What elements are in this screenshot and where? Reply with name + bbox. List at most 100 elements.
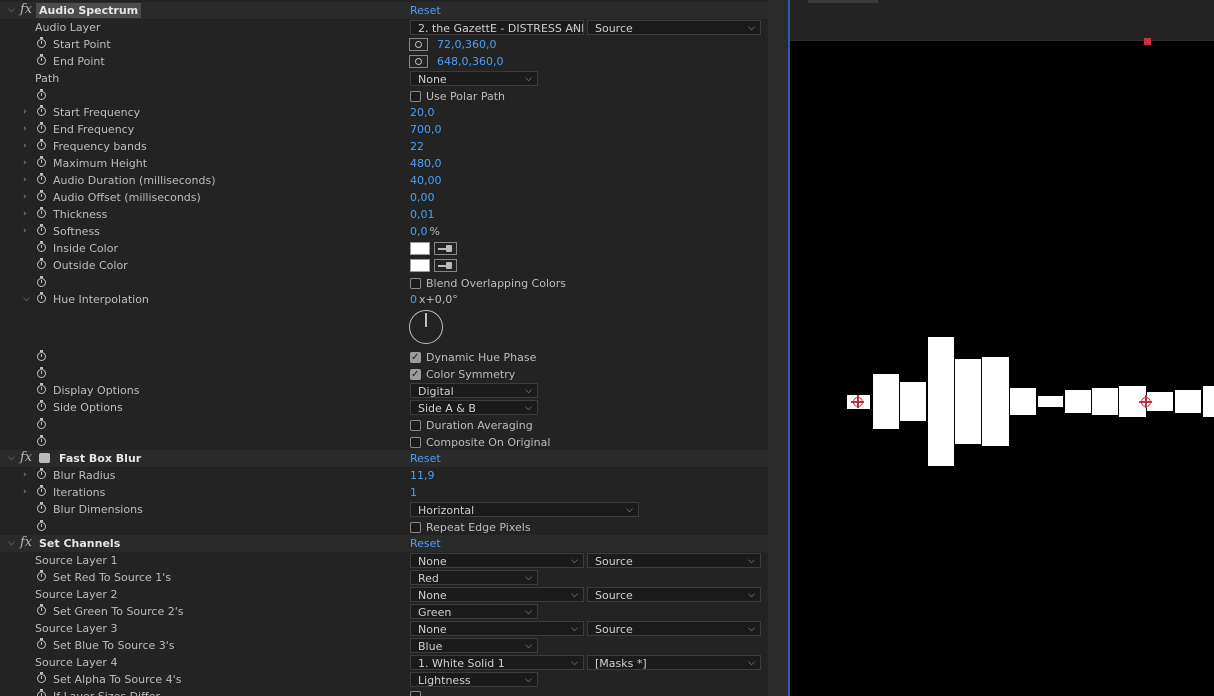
set-alpha-dropdown[interactable]: Lightness ⌵ [410, 672, 538, 687]
end-point-handle[interactable] [1139, 395, 1152, 408]
source-layer-4-source-dropdown[interactable]: [Masks *] ⌵ [587, 655, 761, 670]
eyedropper-icon[interactable] [434, 242, 457, 255]
maximum-height-value[interactable]: 480,0 [410, 155, 442, 172]
stopwatch-icon[interactable] [37, 258, 46, 269]
use-polar-path-checkbox[interactable] [410, 91, 421, 102]
source-layer-1-dropdown[interactable]: None ⌵ [410, 553, 584, 568]
color-symmetry-checkbox[interactable] [410, 366, 421, 383]
stopwatch-icon[interactable] [37, 207, 46, 218]
chevron-down-icon[interactable]: ⌵ [8, 450, 15, 467]
set-blue-dropdown[interactable]: Blue ⌵ [410, 638, 538, 653]
duration-averaging-checkbox[interactable] [410, 420, 421, 431]
effect-header-set-channels[interactable]: ⌵ fx Set Channels Reset [0, 535, 768, 552]
start-point-handle[interactable] [851, 395, 864, 408]
softness-value[interactable]: 0,0% [410, 223, 440, 240]
iterations-value[interactable]: 1 [410, 484, 417, 501]
fx-icon[interactable]: fx [20, 534, 32, 551]
stopwatch-icon[interactable] [37, 383, 46, 394]
chevron-down-icon[interactable]: ⌵ [23, 291, 30, 308]
audio-duration-value[interactable]: 40,00 [410, 172, 442, 189]
audio-layer-source-dropdown[interactable]: Source ⌵ [587, 20, 761, 35]
stopwatch-icon[interactable] [37, 190, 46, 201]
inside-color-swatch[interactable] [410, 242, 430, 255]
end-frequency-value[interactable]: 700,0 [410, 121, 442, 138]
source-layer-3-dropdown[interactable]: None ⌵ [410, 621, 584, 636]
blur-radius-value[interactable]: 11,9 [410, 467, 435, 484]
start-point-value[interactable]: 72,0,360,0 [437, 36, 496, 53]
stopwatch-icon[interactable] [37, 418, 46, 429]
layer-handle-marker[interactable] [1144, 38, 1151, 45]
stopwatch-icon[interactable] [37, 520, 46, 531]
fx-icon[interactable]: fx [20, 449, 32, 466]
source-layer-2-dropdown[interactable]: None ⌵ [410, 587, 584, 602]
panel-scrollbar[interactable] [768, 0, 788, 696]
stopwatch-icon[interactable] [37, 638, 46, 649]
stopwatch-icon[interactable] [37, 241, 46, 252]
stretch-layers-checkbox[interactable] [410, 691, 421, 696]
chevron-right-icon[interactable]: › [23, 223, 27, 240]
repeat-edge-pixels-checkbox[interactable] [410, 522, 421, 533]
stopwatch-icon[interactable] [37, 105, 46, 116]
stopwatch-icon[interactable] [37, 276, 46, 287]
stopwatch-icon[interactable] [37, 570, 46, 581]
stopwatch-icon[interactable] [37, 54, 46, 65]
softness-number[interactable]: 0,0 [410, 225, 428, 238]
outside-color-swatch[interactable] [410, 259, 430, 272]
effect-title[interactable]: Fast Box Blur [56, 451, 144, 466]
reset-button[interactable]: Reset [410, 450, 441, 467]
reset-button[interactable]: Reset [410, 535, 441, 552]
blend-overlapping-checkbox[interactable] [410, 278, 421, 289]
source-layer-1-source-dropdown[interactable]: Source ⌵ [587, 553, 761, 568]
chevron-right-icon[interactable]: › [23, 104, 27, 121]
set-green-dropdown[interactable]: Green ⌵ [410, 604, 538, 619]
stopwatch-icon[interactable] [37, 224, 46, 235]
chevron-right-icon[interactable]: › [23, 138, 27, 155]
chevron-right-icon[interactable]: › [23, 189, 27, 206]
stopwatch-icon[interactable] [37, 502, 46, 513]
hue-interpolation-value[interactable]: 0 x+0,0° [410, 291, 458, 308]
source-layer-2-source-dropdown[interactable]: Source ⌵ [587, 587, 761, 602]
point-target-icon[interactable] [409, 55, 428, 68]
fx-icon[interactable]: fx [20, 1, 32, 18]
stopwatch-icon[interactable] [37, 672, 46, 683]
stopwatch-icon[interactable] [37, 37, 46, 48]
path-dropdown[interactable]: None ⌵ [410, 71, 538, 86]
stopwatch-icon[interactable] [37, 367, 46, 378]
source-layer-4-dropdown[interactable]: 1. White Solid 1 ⌵ [410, 655, 584, 670]
chevron-right-icon[interactable]: › [23, 206, 27, 223]
side-options-dropdown[interactable]: Side A & B ⌵ [410, 400, 538, 415]
stopwatch-icon[interactable] [37, 400, 46, 411]
chevron-right-icon[interactable]: › [23, 121, 27, 138]
thickness-value[interactable]: 0,01 [410, 206, 435, 223]
composition-viewer[interactable] [790, 0, 1214, 696]
chevron-right-icon[interactable]: › [23, 155, 27, 172]
chevron-down-icon[interactable]: ⌵ [8, 535, 15, 552]
chevron-right-icon[interactable]: › [23, 467, 27, 484]
stopwatch-icon[interactable] [37, 689, 46, 696]
point-target-icon[interactable] [409, 38, 428, 51]
stopwatch-icon[interactable] [37, 350, 46, 361]
chevron-down-icon[interactable]: ⌵ [8, 2, 15, 19]
stopwatch-icon[interactable] [37, 156, 46, 167]
frequency-bands-value[interactable]: 22 [410, 138, 424, 155]
stopwatch-icon[interactable] [37, 89, 46, 100]
audio-offset-value[interactable]: 0,00 [410, 189, 435, 206]
stopwatch-icon[interactable] [37, 139, 46, 150]
effect-title[interactable]: Set Channels [36, 536, 123, 551]
dynamic-hue-phase-checkbox[interactable] [410, 349, 421, 366]
stopwatch-icon[interactable] [37, 604, 46, 615]
display-options-dropdown[interactable]: Digital ⌵ [410, 383, 538, 398]
audio-layer-dropdown[interactable]: 2. the GazettE - DISTRESS AND ⌵ [410, 20, 584, 35]
effect-header-fast-box-blur[interactable]: ⌵ fx Fast Box Blur Reset [0, 450, 768, 467]
viewer-tab[interactable] [808, 0, 878, 3]
end-point-value[interactable]: 648,0,360,0 [437, 53, 503, 70]
stopwatch-icon[interactable] [37, 122, 46, 133]
effect-title[interactable]: Audio Spectrum [36, 3, 142, 18]
blur-dimensions-dropdown[interactable]: Horizontal ⌵ [410, 502, 639, 517]
start-frequency-value[interactable]: 20,0 [410, 104, 435, 121]
stopwatch-icon[interactable] [37, 485, 46, 496]
source-layer-3-source-dropdown[interactable]: Source ⌵ [587, 621, 761, 636]
stopwatch-icon[interactable] [37, 435, 46, 446]
effect-header-audio-spectrum[interactable]: ⌵ fx Audio Spectrum Reset [0, 2, 768, 19]
hue-degrees[interactable]: x+0,0° [419, 293, 458, 306]
